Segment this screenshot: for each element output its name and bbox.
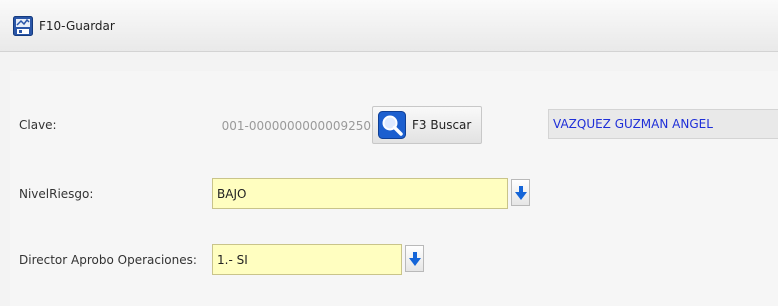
client-name-field: VAZQUEZ GUZMAN ANGEL [548, 109, 778, 139]
save-icon [13, 16, 33, 36]
nivel-riesgo-label: NivelRiesgo: [19, 187, 94, 201]
director-label: Director Aprobo Operaciones: [19, 253, 197, 267]
clave-field[interactable]: 001-0000000000009250 [213, 110, 371, 141]
director-dropdown-button[interactable] [405, 245, 424, 272]
nivel-riesgo-input[interactable]: BAJO [212, 178, 508, 209]
arrow-down-icon [408, 251, 421, 266]
arrow-down-icon [514, 185, 527, 200]
search-button-label: F3 Buscar [412, 118, 472, 132]
director-input[interactable]: 1.- SI [212, 244, 402, 275]
toolbar: F10-Guardar [0, 0, 778, 52]
save-button-label: F10-Guardar [39, 19, 115, 33]
magnifier-icon [378, 111, 406, 139]
search-button[interactable]: F3 Buscar [372, 106, 482, 144]
clave-label: Clave: [19, 118, 57, 132]
nivel-riesgo-dropdown-button[interactable] [511, 179, 530, 206]
save-button[interactable]: F10-Guardar [13, 13, 115, 39]
